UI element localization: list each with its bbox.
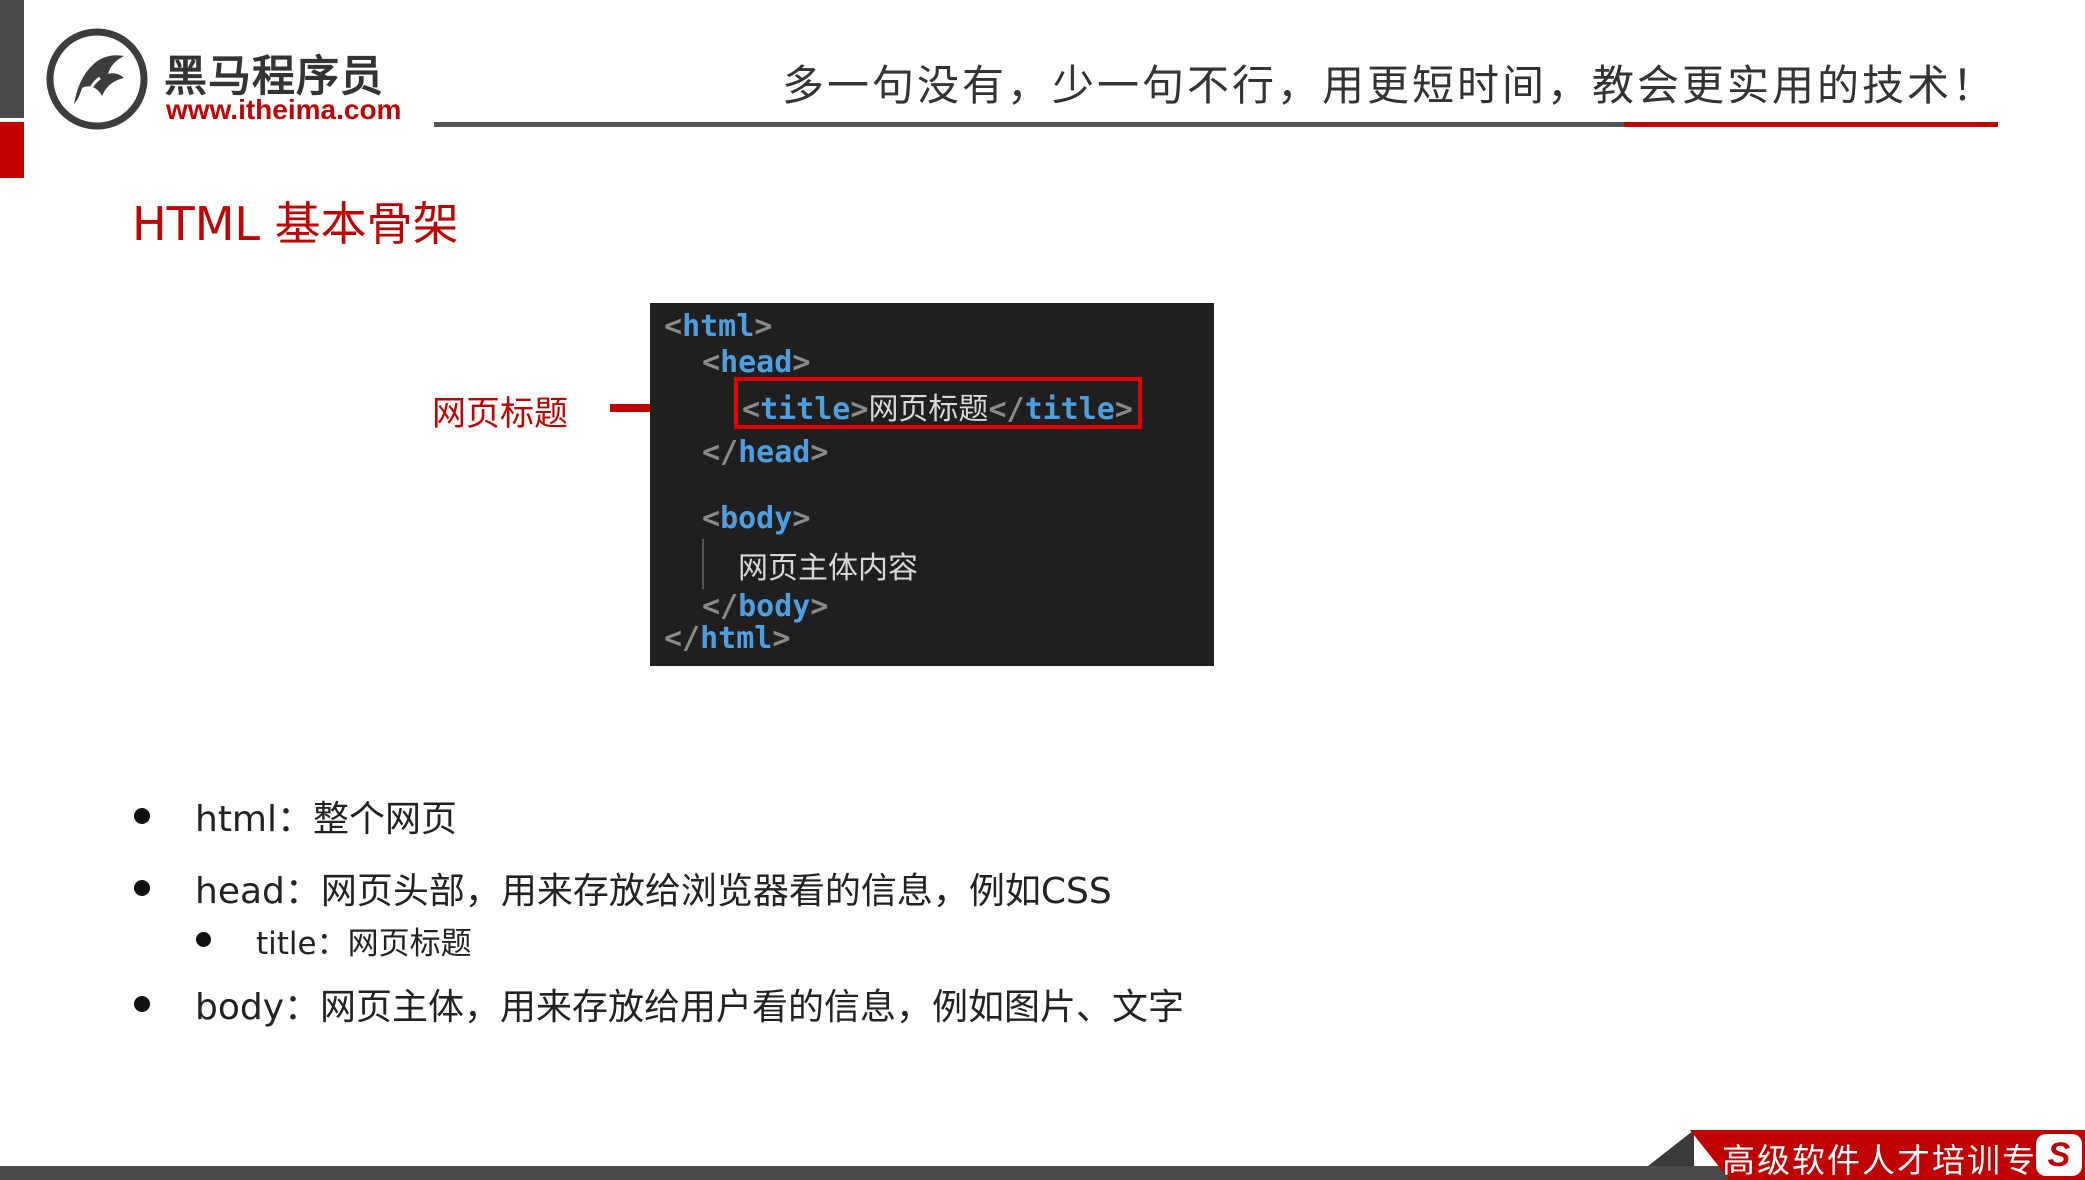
- edge-bar-red: [0, 122, 24, 178]
- bullet-text: head：网页头部，用来存放给浏览器看的信息，例如CSS: [195, 871, 1112, 912]
- footer-triangle: [1648, 1130, 1694, 1166]
- bullet-item-body: body：网页主体，用来存放给用户看的信息，例如图片、文字: [134, 978, 1184, 1030]
- bullet-item-html: html：整个网页: [134, 790, 457, 842]
- code-line-body-content: 网页主体内容: [738, 551, 918, 586]
- brand-logo: 黑马程序员 www.itheima.com: [44, 26, 414, 136]
- header-rule-dark: [434, 122, 1624, 127]
- slide-title: HTML 基本骨架: [132, 197, 459, 251]
- annotation-label: 网页标题: [432, 394, 568, 434]
- bullet-text: body：网页主体，用来存放给用户看的信息，例如图片、文字: [195, 987, 1185, 1028]
- footer-s-logo-icon: S: [2036, 1134, 2082, 1176]
- header-slogan: 多一句没有，少一句不行，用更短时间，教会更实用的技术！: [781, 61, 1997, 110]
- edge-bar-gray: [0, 0, 24, 118]
- code-line-head-open: <head>: [702, 345, 811, 380]
- bullet-text: html：整个网页: [195, 799, 458, 840]
- bullet-item-head: head：网页头部，用来存放给浏览器看的信息，例如CSS: [134, 862, 1112, 914]
- header-rule-red: [1624, 122, 1998, 127]
- bullet-dot-icon: [134, 880, 150, 896]
- code-snippet-panel: <html> <head> <title>网页标题</title> </head…: [650, 303, 1214, 666]
- footer-tagline: 高级软件人才培训专: [1722, 1141, 2037, 1180]
- horse-logo-icon: [46, 28, 148, 130]
- code-line-body-open: <body>: [702, 501, 811, 536]
- bullet-dot-icon: [134, 808, 150, 824]
- bullet-text: title：网页标题: [256, 926, 472, 962]
- brand-url[interactable]: www.itheima.com: [166, 94, 401, 126]
- code-line-html-close: </html>: [664, 621, 791, 656]
- bullet-item-title: title：网页标题: [196, 918, 472, 963]
- title-highlight-box: [734, 377, 1142, 429]
- bullet-dot-icon: [196, 932, 211, 947]
- code-line-body-close: </body>: [702, 589, 829, 624]
- indent-guide: [702, 539, 704, 589]
- code-line-head-close: </head>: [702, 435, 829, 470]
- bullet-dot-icon: [134, 996, 150, 1012]
- code-line-html-open: <html>: [664, 309, 773, 344]
